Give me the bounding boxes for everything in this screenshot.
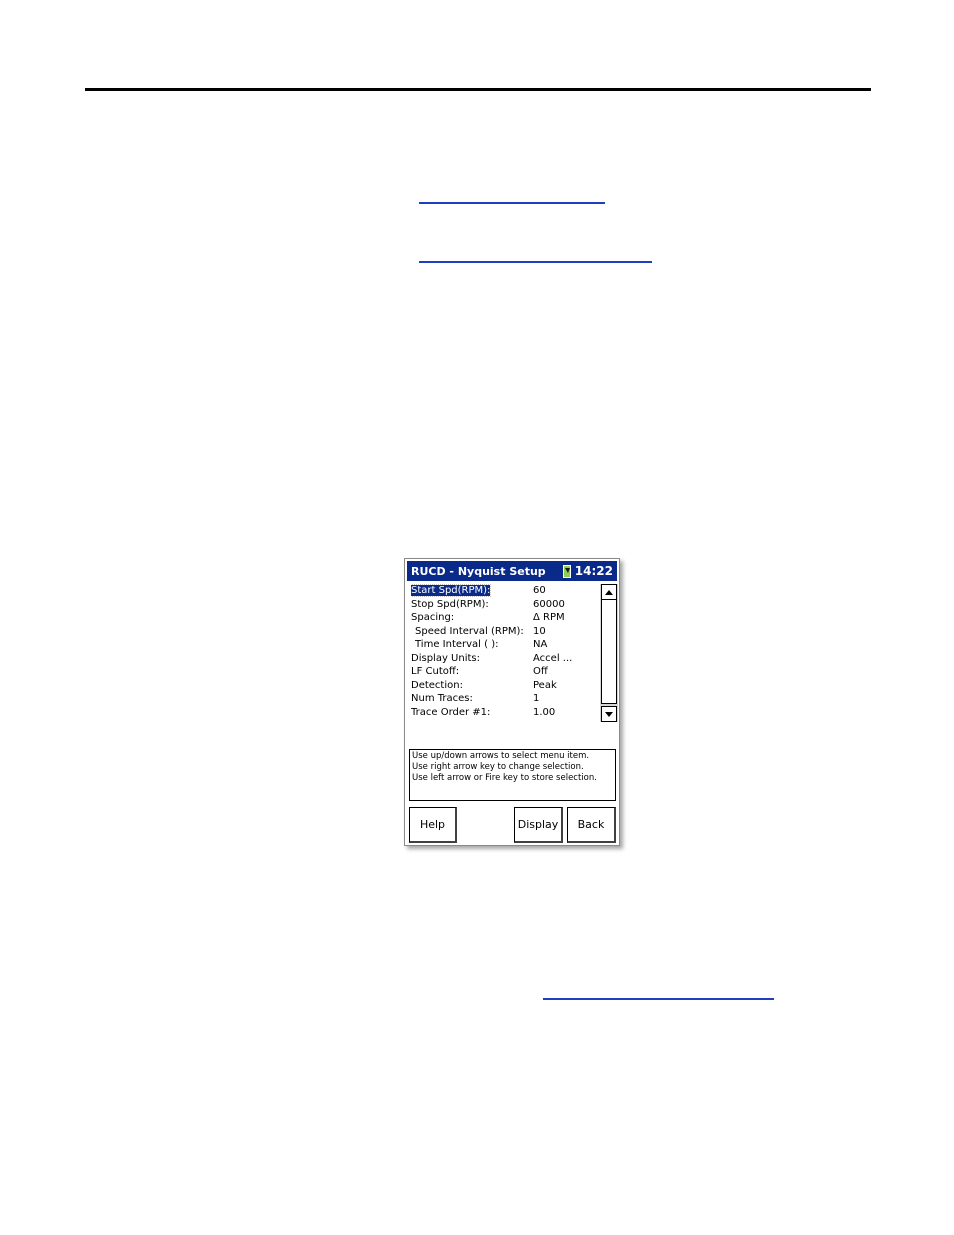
menu-item-value: NA xyxy=(533,639,548,650)
menu-item-detection[interactable]: Detection: Peak xyxy=(411,679,597,693)
setup-menu-list: Start Spd(RPM): 60 Stop Spd(RPM): 60000 … xyxy=(411,584,597,722)
menu-item-trace-order-1[interactable]: Trace Order #1: 1.00 xyxy=(411,706,597,720)
menu-item-value: 60000 xyxy=(533,598,565,610)
scroll-up-button[interactable] xyxy=(601,584,617,600)
help-button[interactable]: Help xyxy=(409,807,457,843)
menu-item-display-units[interactable]: Display Units: Accel ... xyxy=(411,652,597,666)
hyperlink-2[interactable] xyxy=(419,261,652,263)
menu-item-label: Speed Interval (RPM): xyxy=(415,625,524,637)
menu-item-label: Stop Spd(RPM): xyxy=(411,598,489,610)
display-button[interactable]: Display xyxy=(514,807,563,843)
menu-item-label: Trace Order #1: xyxy=(411,706,491,718)
scroll-thumb[interactable] xyxy=(601,600,617,704)
battery-charging-icon xyxy=(562,564,571,578)
scroll-down-button[interactable] xyxy=(601,706,617,722)
back-button[interactable]: Back xyxy=(567,807,616,843)
menu-item-value: Δ RPM xyxy=(533,612,565,623)
device-screen: RUCD - Nyquist Setup 14:22 Start Spd(RPM… xyxy=(404,558,620,846)
menu-item-label: Spacing: xyxy=(411,612,455,623)
hyperlink-3[interactable] xyxy=(543,998,774,1000)
menu-item-speed-interval[interactable]: Speed Interval (RPM): 10 xyxy=(411,625,597,639)
help-text-box: Use up/down arrows to select menu item. … xyxy=(409,749,616,801)
menu-item-label: Time Interval ( ): xyxy=(415,639,499,650)
menu-item-value: 1.00 xyxy=(533,706,556,718)
title-bar: RUCD - Nyquist Setup 14:22 xyxy=(407,561,617,581)
menu-item-value: 10 xyxy=(533,625,546,637)
menu-item-value: 60 xyxy=(533,585,546,596)
help-line: Use up/down arrows to select menu item. xyxy=(412,751,590,761)
menu-item-value: Accel ... xyxy=(533,652,573,664)
vertical-scrollbar[interactable] xyxy=(600,584,618,722)
hyperlink-1[interactable] xyxy=(419,202,605,204)
arrow-down-icon xyxy=(605,711,613,717)
menu-item-spacing[interactable]: Spacing: Δ RPM xyxy=(411,611,597,625)
clock: 14:22 xyxy=(574,564,613,578)
menu-item-value: 1 xyxy=(533,693,540,704)
menu-item-label: Num Traces: xyxy=(411,693,473,704)
menu-item-label: Display Units: xyxy=(411,652,480,664)
page-header-rule xyxy=(85,88,871,91)
menu-item-value: Off xyxy=(533,666,548,677)
menu-item-value: Peak xyxy=(533,679,557,691)
help-line: Use left arrow or Fire key to store sele… xyxy=(412,773,597,783)
menu-item-time-interval[interactable]: Time Interval ( ): NA xyxy=(411,638,597,652)
menu-item-start-speed[interactable]: Start Spd(RPM): 60 xyxy=(411,584,597,598)
menu-item-stop-speed[interactable]: Stop Spd(RPM): 60000 xyxy=(411,598,597,612)
menu-item-label: LF Cutoff: xyxy=(411,666,460,677)
help-line: Use right arrow key to change selection. xyxy=(412,762,584,772)
window-title: RUCD - Nyquist Setup xyxy=(411,564,546,578)
menu-item-lf-cutoff[interactable]: LF Cutoff: Off xyxy=(411,665,597,679)
menu-item-label: Detection: xyxy=(411,679,463,691)
menu-item-num-traces[interactable]: Num Traces: 1 xyxy=(411,692,597,706)
arrow-up-icon xyxy=(605,589,613,595)
menu-item-label: Start Spd(RPM): xyxy=(411,584,492,597)
